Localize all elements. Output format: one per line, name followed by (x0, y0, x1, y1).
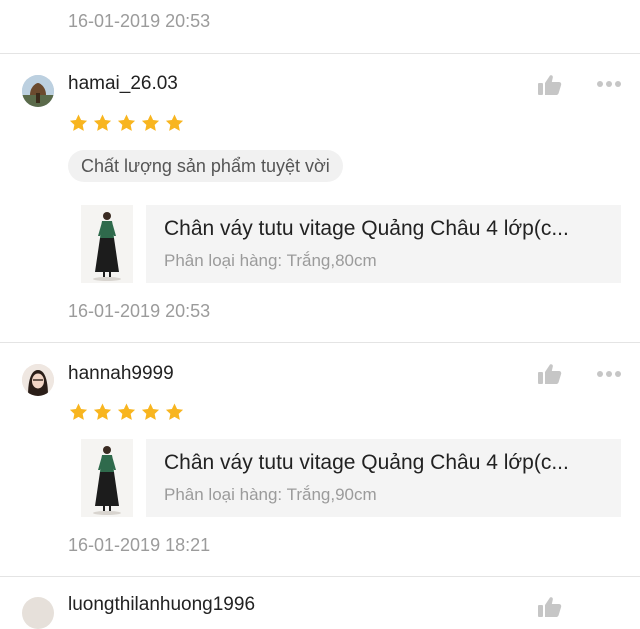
avatar[interactable] (22, 75, 54, 107)
star-icon (140, 402, 161, 422)
review-divider (0, 53, 640, 54)
review-tag: Chất lượng sản phẩm tuyệt vời (68, 150, 343, 182)
review-username[interactable]: hannah9999 (68, 363, 174, 385)
star-icon (164, 113, 185, 133)
avatar-image (22, 75, 54, 107)
review-timestamp: 16-01-2019 20:53 (68, 11, 211, 31)
star-icon (116, 402, 137, 422)
product-card[interactable]: Chân váy tutu vitage Quảng Châu 4 lớp(c.… (146, 439, 621, 517)
avatar[interactable] (22, 364, 54, 396)
review-timestamp: 16-01-2019 18:21 (68, 535, 211, 555)
star-icon (140, 113, 161, 133)
product-name: Chân váy tutu vitage Quảng Châu 4 lớp(c.… (164, 451, 569, 474)
star-rating (68, 402, 185, 422)
product-thumbnail[interactable] (81, 205, 133, 283)
review-username[interactable]: hamai_26.03 (68, 73, 178, 95)
product-name: Chân váy tutu vitage Quảng Châu 4 lớp(c.… (164, 217, 569, 240)
thumbs-up-icon[interactable] (538, 74, 562, 96)
avatar-image (22, 364, 54, 396)
review-timestamp: 16-01-2019 20:53 (68, 301, 211, 321)
review-divider (0, 576, 640, 577)
dress-image (81, 205, 133, 283)
more-dots-icon[interactable] (596, 370, 622, 378)
review-divider (0, 342, 640, 343)
more-dots-icon[interactable] (596, 80, 622, 88)
star-icon (68, 402, 89, 422)
product-thumbnail[interactable] (81, 439, 133, 517)
review-username[interactable]: luongthilanhuong1996 (68, 594, 255, 616)
star-icon (116, 113, 137, 133)
star-icon (92, 113, 113, 133)
star-icon (92, 402, 113, 422)
dress-image (81, 439, 133, 517)
product-variant: Phân loại hàng: Trắng,80cm (164, 251, 377, 270)
thumbs-up-icon[interactable] (538, 596, 562, 618)
product-variant: Phân loại hàng: Trắng,90cm (164, 485, 377, 504)
star-icon (68, 113, 89, 133)
product-card[interactable]: Chân váy tutu vitage Quảng Châu 4 lớp(c.… (146, 205, 621, 283)
star-icon (164, 402, 185, 422)
star-rating (68, 113, 185, 133)
thumbs-up-icon[interactable] (538, 363, 562, 385)
avatar[interactable] (22, 597, 54, 629)
